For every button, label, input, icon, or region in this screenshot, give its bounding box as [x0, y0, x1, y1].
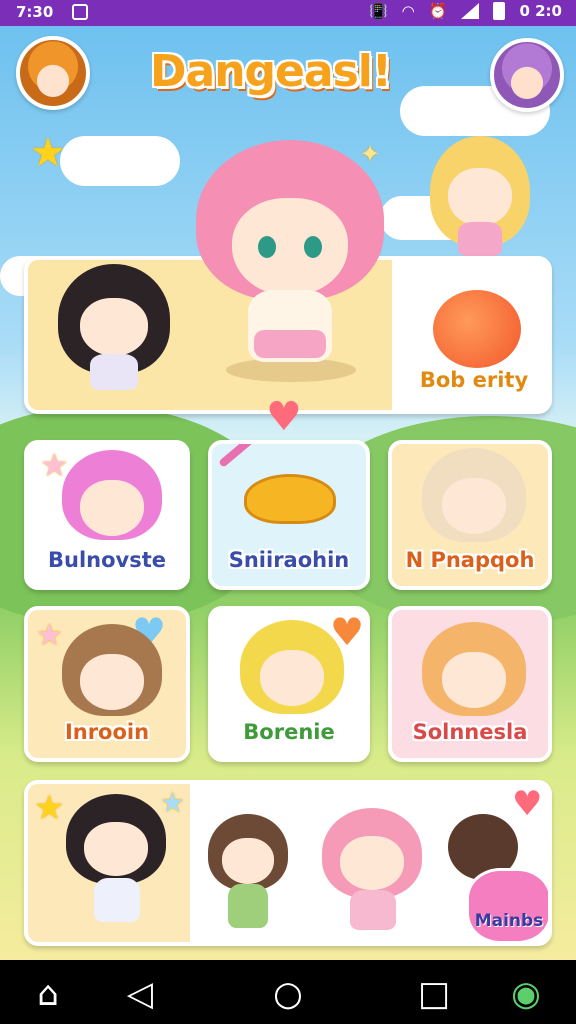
home-icon[interactable]: ⌂	[28, 974, 68, 1014]
dark-hair-character	[58, 264, 178, 404]
card-label: Borenie	[243, 720, 335, 744]
character-card[interactable]: Solnnesla	[388, 606, 552, 762]
bottom-character-row[interactable]: ★ ★ ♥ Mainbs	[24, 780, 552, 946]
character-card[interactable]: ♥ Borenie	[208, 606, 370, 762]
character-portrait	[322, 808, 422, 934]
star-icon: ★	[30, 130, 66, 176]
character-portrait	[240, 620, 344, 724]
card-label: Bulnovste	[47, 548, 166, 572]
character-card[interactable]: ♥ ★ Inrooin	[24, 606, 190, 762]
peach-fruit-icon	[433, 290, 521, 368]
badge-label: Mainbs	[474, 911, 544, 931]
home-circle-icon[interactable]: ○	[268, 974, 308, 1014]
cloud	[60, 136, 180, 186]
more-badge[interactable]: Mainbs	[466, 868, 548, 942]
notification-icon	[72, 4, 88, 20]
pink-hair-main-character[interactable]	[196, 140, 384, 390]
featured-label: Bob erity	[419, 368, 529, 392]
character-portrait	[66, 794, 166, 934]
wifi-icon: ◠	[401, 2, 415, 20]
app-title: Dangeasl!	[150, 46, 392, 97]
heart-icon: ♥	[266, 394, 302, 440]
status-bar: 7:30 📳 ◠ ⏰ 0 2:0	[0, 0, 576, 26]
friend-avatar-button[interactable]	[490, 38, 564, 112]
signal-icon	[461, 3, 480, 19]
card-label: Sniiraohin	[228, 548, 350, 572]
character-card[interactable]: Sniiraohin	[208, 440, 370, 590]
card-label: Solnnesla	[412, 720, 528, 744]
game-controller-icon[interactable]: ◉	[506, 974, 546, 1014]
status-icons: 📳 ◠ ⏰ 0 2:0	[369, 2, 562, 20]
vibrate-icon: 📳	[368, 2, 388, 20]
card-label: Inrooin	[64, 720, 150, 744]
status-time: 7:30	[16, 3, 54, 21]
star-icon: ★	[34, 788, 65, 828]
battery-icon	[493, 2, 506, 20]
card-label: N Pnapqoh	[405, 548, 535, 572]
navigation-bar: ⌂ ◁ ○ □ ◉	[0, 960, 576, 1024]
alarm-icon: ⏰	[428, 2, 448, 20]
back-icon[interactable]: ◁	[120, 974, 160, 1014]
recents-icon[interactable]: □	[414, 974, 454, 1014]
character-portrait	[62, 624, 162, 724]
star-icon: ★	[36, 618, 63, 653]
character-portrait	[422, 448, 526, 552]
character-portrait	[208, 814, 288, 934]
character-card[interactable]: ★ Bulnovste	[24, 440, 190, 590]
blonde-character[interactable]	[430, 136, 530, 256]
profile-avatar-button[interactable]	[16, 36, 90, 110]
character-portrait	[62, 450, 162, 550]
character-card[interactable]: N Pnapqoh	[388, 440, 552, 590]
hat-icon	[244, 474, 336, 524]
character-portrait	[422, 622, 526, 726]
heart-icon: ♥	[512, 784, 543, 824]
status-right-time: 0 2:0	[519, 2, 562, 20]
wand-icon	[218, 444, 254, 468]
